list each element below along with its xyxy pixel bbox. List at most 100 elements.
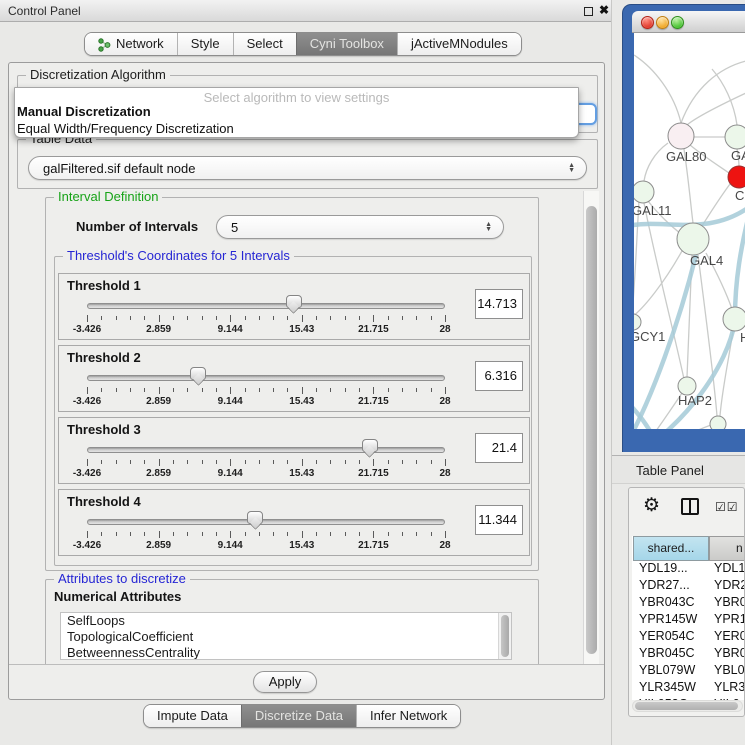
tab-label: jActiveMNodules — [411, 33, 508, 55]
table-row[interactable]: YBL079WYBL0 — [632, 663, 745, 680]
network-node[interactable] — [710, 416, 726, 429]
table-row[interactable]: YLR345WYLR3 — [632, 680, 745, 697]
threshold-panel: Threshold 4 -3.4262.8599.14415.4321.7152… — [58, 489, 530, 556]
tab-impute-data[interactable]: Impute Data — [144, 705, 241, 727]
cell-name: YBR0 — [708, 595, 745, 609]
cell-name: YDR2 — [708, 578, 745, 592]
table-toolbar: ⚙ ☑☑ — [629, 488, 744, 534]
gear-icon[interactable]: ⚙ — [643, 496, 660, 515]
attribute-item-betweennesscentrality[interactable]: BetweennessCentrality — [61, 645, 511, 660]
slider-tick-labels: -3.4262.8599.14415.4321.71528 — [87, 468, 445, 480]
table-row[interactable]: YBR043CYBR0 — [632, 595, 745, 612]
network-node-gal11[interactable] — [634, 181, 654, 203]
table-row[interactable]: YDR27...YDR2 — [632, 578, 745, 595]
network-view-window[interactable]: GAL80GACGAL11GAL4GCY1HHAP2 — [622, 4, 745, 452]
number-of-intervals-combobox[interactable]: 5 ▲▼ — [216, 215, 504, 239]
attribute-item-topologicalcoefficient[interactable]: TopologicalCoefficient — [61, 629, 511, 645]
stepper-arrows-icon: ▲▼ — [485, 222, 492, 232]
slider-tick-labels: -3.4262.8599.14415.4321.71528 — [87, 396, 445, 408]
network-canvas[interactable]: GAL80GACGAL11GAL4GCY1HHAP2 — [634, 33, 745, 429]
tab-style[interactable]: Style — [177, 33, 233, 55]
network-node-gal4[interactable] — [677, 223, 709, 255]
cell-name: YBL0 — [708, 663, 745, 677]
slider-thumb[interactable] — [190, 367, 206, 380]
threshold-panel: Threshold 3 -3.4262.8599.14415.4321.7152… — [58, 417, 530, 484]
threshold-value-field[interactable]: 14.713 — [475, 289, 523, 319]
threshold-value-field[interactable]: 6.316 — [475, 361, 523, 391]
close-traffic-light[interactable] — [641, 16, 654, 29]
cell-name: YPR1 — [708, 612, 745, 626]
cell-name: YDL1 — [708, 561, 745, 575]
tab-label: Cyni Toolbox — [310, 33, 384, 55]
attributes-list[interactable]: SelfLoopsTopologicalCoefficientBetweenne… — [60, 612, 512, 660]
table-row[interactable]: YPR145WYPR1 — [632, 612, 745, 629]
tab-select[interactable]: Select — [233, 33, 296, 55]
group-title: Interval Definition — [54, 191, 162, 204]
node-label: HAP2 — [678, 393, 712, 408]
table-row[interactable]: YDL19...YDL1 — [632, 561, 745, 578]
node-label: GA — [731, 148, 745, 163]
network-node-gcy1[interactable] — [634, 314, 641, 330]
panel-divider — [611, 0, 612, 745]
slider-thumb[interactable] — [247, 511, 263, 524]
interval-definition-group: Interval Definition Number of Intervals … — [45, 197, 539, 571]
cell-shared-name: YDR27... — [632, 578, 708, 592]
cell-shared-name: YBL079W — [632, 663, 708, 677]
tab-label: Infer Network — [370, 705, 447, 727]
zoom-traffic-light[interactable] — [671, 16, 684, 29]
slider-thumb[interactable] — [362, 439, 378, 452]
cell-shared-name: YDL19... — [632, 561, 708, 575]
cell-name: YLR3 — [708, 680, 745, 694]
close-icon[interactable]: ✖ — [599, 3, 609, 17]
network-node-c[interactable] — [728, 166, 745, 188]
columns-icon[interactable] — [681, 498, 699, 515]
checkboxes-icon[interactable]: ☑☑ — [715, 500, 739, 514]
network-window-titlebar[interactable] — [632, 11, 745, 33]
table-data-combobox[interactable]: galFiltered.sif default node ▲▼ — [28, 156, 587, 180]
network-node-h[interactable] — [723, 307, 745, 331]
minimize-traffic-light[interactable] — [656, 16, 669, 29]
slider-track[interactable] — [87, 519, 445, 525]
node-label: GCY1 — [634, 329, 665, 344]
attributes-list-scrollbar[interactable] — [498, 613, 511, 659]
tab-network[interactable]: Network — [85, 33, 177, 55]
column-header-shared-name[interactable]: shared... — [633, 536, 709, 561]
threshold-panel: Threshold 1 -3.4262.8599.14415.4321.7152… — [58, 273, 530, 340]
network-icon — [98, 37, 111, 52]
slider-track[interactable] — [87, 447, 445, 453]
apply-button[interactable]: Apply — [253, 671, 317, 693]
table-row[interactable]: YBR045CYBR0 — [632, 646, 745, 663]
network-node-gal80[interactable] — [668, 123, 694, 149]
tab-cyni-toolbox[interactable]: Cyni Toolbox — [296, 33, 397, 55]
attribute-item-selfloops[interactable]: SelfLoops — [61, 613, 511, 629]
slider-track[interactable] — [87, 375, 445, 381]
tab-jactivemnodules[interactable]: jActiveMNodules — [397, 33, 521, 55]
threshold-label: Threshold 1 — [67, 278, 141, 293]
threshold-slider[interactable]: -3.4262.8599.14415.4321.71528 — [87, 512, 445, 554]
node-label: GAL11 — [634, 203, 672, 218]
slider-track[interactable] — [87, 303, 445, 309]
threshold-label: Threshold 3 — [67, 422, 141, 437]
network-node-ga[interactable] — [725, 125, 745, 149]
panel-vertical-scrollbar[interactable] — [583, 191, 599, 664]
panel-footer: Apply — [9, 664, 604, 700]
algorithm-option-manual-discretization[interactable]: Manual Discretization — [17, 104, 151, 119]
slider-tick-labels: -3.4262.8599.14415.4321.71528 — [87, 324, 445, 336]
column-header-name[interactable]: n — [709, 536, 745, 561]
threshold-slider[interactable]: -3.4262.8599.14415.4321.71528 — [87, 440, 445, 482]
tab-discretize-data[interactable]: Discretize Data — [241, 705, 356, 727]
cell-shared-name: YBR043C — [632, 595, 708, 609]
slider-thumb[interactable] — [286, 295, 302, 308]
table-row[interactable]: YER054CYER0 — [632, 629, 745, 646]
threshold-slider[interactable]: -3.4262.8599.14415.4321.71528 — [87, 368, 445, 410]
threshold-value-field[interactable]: 11.344 — [475, 505, 523, 535]
threshold-value-field[interactable]: 21.4 — [475, 433, 523, 463]
threshold-slider[interactable]: -3.4262.8599.14415.4321.71528 — [87, 296, 445, 338]
float-window-icon[interactable] — [584, 7, 593, 16]
algorithm-option-equal-width-frequency-discretization[interactable]: Equal Width/Frequency Discretization — [17, 121, 234, 136]
node-label: GAL4 — [690, 253, 723, 268]
table-horizontal-scrollbar[interactable] — [632, 700, 743, 712]
tab-infer-network[interactable]: Infer Network — [356, 705, 460, 727]
control-panel-titlebar: Control Panel ✖ — [0, 0, 612, 22]
tab-label: Style — [191, 33, 220, 55]
